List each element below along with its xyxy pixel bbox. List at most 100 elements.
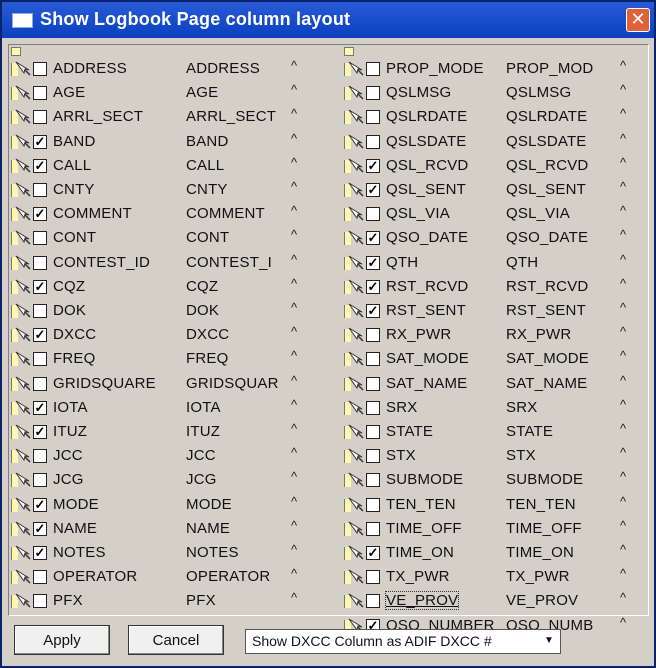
caret-icon[interactable]: ^ (620, 494, 626, 509)
column-row[interactable]: ✓ QSL_SENT QSL_SENT ^ (344, 178, 656, 202)
visibility-checkbox[interactable]: ✓ (33, 546, 47, 560)
drag-handle-icon[interactable] (344, 255, 364, 271)
visibility-checkbox[interactable] (33, 473, 47, 488)
caret-icon[interactable]: ^ (620, 348, 626, 363)
column-row[interactable]: ✓ MODE MODE ^ (11, 493, 341, 517)
caret-icon[interactable]: ^ (620, 615, 626, 630)
column-label[interactable]: GRIDSQUAR (186, 375, 279, 392)
caret-icon[interactable]: ^ (291, 494, 297, 509)
column-row[interactable]: SAT_MODE SAT_MODE ^ (344, 347, 656, 371)
caret-icon[interactable]: ^ (620, 276, 626, 291)
caret-icon[interactable]: ^ (291, 131, 297, 146)
drag-handle-icon[interactable] (344, 182, 364, 198)
column-label[interactable]: SAT_MODE (506, 350, 589, 367)
caret-icon[interactable]: ^ (620, 445, 626, 460)
column-label[interactable]: TEN_TEN (506, 496, 576, 513)
column-row[interactable]: ✓ IOTA IOTA ^ (11, 396, 341, 420)
visibility-checkbox[interactable] (366, 376, 380, 391)
column-label[interactable]: AGE (186, 84, 218, 101)
drag-handle-icon[interactable] (11, 569, 31, 585)
column-label[interactable]: OPERATOR (186, 568, 270, 585)
visibility-checkbox[interactable] (366, 328, 380, 343)
column-row[interactable]: CONT CONT ^ (11, 226, 341, 250)
caret-icon[interactable]: ^ (291, 397, 297, 412)
caret-icon[interactable]: ^ (291, 590, 297, 605)
column-label[interactable]: BAND (186, 133, 228, 150)
column-row[interactable]: JCC JCC ^ (11, 444, 341, 468)
drag-handle-icon[interactable] (11, 255, 31, 271)
visibility-checkbox[interactable]: ✓ (366, 304, 380, 318)
column-label[interactable]: RX_PWR (506, 326, 571, 343)
drag-handle-icon[interactable] (11, 182, 31, 198)
column-row[interactable]: ✓ CQZ CQZ ^ (11, 275, 341, 299)
column-label[interactable]: QSLMSG (506, 84, 571, 101)
column-label[interactable]: NOTES (186, 544, 239, 561)
column-row[interactable]: ✓ COMMENT COMMENT ^ (11, 202, 341, 226)
caret-icon[interactable]: ^ (291, 518, 297, 533)
caret-icon[interactable]: ^ (291, 348, 297, 363)
visibility-checkbox[interactable]: ✓ (33, 279, 47, 294)
drag-handle-icon[interactable] (11, 376, 31, 392)
drag-handle-icon[interactable] (11, 400, 31, 416)
column-row[interactable]: FREQ FREQ ^ (11, 347, 341, 371)
caret-icon[interactable]: ^ (291, 106, 297, 121)
visibility-checkbox[interactable] (366, 449, 380, 464)
visibility-checkbox[interactable] (33, 594, 47, 609)
drag-handle-icon[interactable] (11, 497, 31, 513)
visibility-checkbox[interactable] (366, 497, 380, 512)
visibility-checkbox[interactable]: ✓ (33, 134, 47, 149)
caret-icon[interactable]: ^ (291, 58, 297, 73)
caret-icon[interactable]: ^ (620, 106, 626, 121)
caret-icon[interactable]: ^ (291, 542, 297, 557)
drag-handle-icon[interactable] (344, 109, 364, 125)
drag-handle-icon[interactable] (11, 61, 31, 77)
drag-handle-icon[interactable] (344, 279, 364, 295)
drag-handle-icon[interactable] (344, 206, 364, 222)
visibility-checkbox[interactable] (366, 207, 380, 222)
caret-icon[interactable]: ^ (620, 397, 626, 412)
drag-handle-icon[interactable] (344, 472, 364, 488)
column-label[interactable]: QSL_SENT (506, 181, 586, 198)
column-row[interactable]: ✓ QSO_DATE QSO_DATE ^ (344, 226, 656, 250)
drag-handle-icon[interactable] (344, 327, 364, 343)
drag-handle-icon[interactable] (344, 351, 364, 367)
visibility-checkbox[interactable] (33, 352, 47, 367)
column-row[interactable]: SAT_NAME SAT_NAME ^ (344, 372, 656, 396)
column-label[interactable]: NAME (186, 520, 230, 537)
column-label[interactable]: TIME_OFF (506, 520, 582, 537)
column-row[interactable]: QSL_VIA QSL_VIA ^ (344, 202, 656, 226)
visibility-checkbox[interactable] (33, 376, 47, 391)
visibility-checkbox[interactable] (33, 255, 47, 270)
column-label[interactable]: RST_RCVD (506, 278, 588, 295)
column-row[interactable]: GRIDSQUARE GRIDSQUAR ^ (11, 372, 341, 396)
column-label[interactable]: IOTA (186, 399, 221, 416)
column-row[interactable]: QSLMSG QSLMSG ^ (344, 81, 656, 105)
column-row[interactable]: OPERATOR OPERATOR ^ (11, 565, 341, 589)
column-row[interactable]: ✓ NOTES NOTES ^ (11, 541, 341, 565)
column-label[interactable]: STX (506, 447, 536, 464)
drag-handle-icon[interactable] (344, 448, 364, 464)
drag-handle-icon[interactable] (344, 593, 364, 609)
visibility-checkbox[interactable]: ✓ (33, 425, 47, 439)
column-row[interactable]: JCG JCG ^ (11, 468, 341, 492)
column-label[interactable]: QSL_RCVD (506, 157, 588, 174)
drag-handle-icon[interactable] (11, 327, 31, 343)
visibility-checkbox[interactable]: ✓ (366, 255, 380, 270)
column-label[interactable]: ARRL_SECT (186, 108, 276, 125)
caret-icon[interactable]: ^ (291, 445, 297, 460)
drag-handle-icon[interactable] (344, 230, 364, 246)
drag-handle-icon[interactable] (11, 85, 31, 101)
visibility-checkbox[interactable] (33, 86, 47, 101)
caret-icon[interactable]: ^ (620, 58, 626, 73)
column-label[interactable]: ITUZ (186, 423, 220, 440)
column-label[interactable]: CONTEST_I (186, 254, 272, 271)
drag-handle-icon[interactable] (344, 303, 364, 319)
drag-handle-icon[interactable] (11, 206, 31, 222)
caret-icon[interactable]: ^ (620, 82, 626, 97)
column-label[interactable]: SAT_NAME (506, 375, 587, 392)
caret-icon[interactable]: ^ (620, 469, 626, 484)
caret-icon[interactable]: ^ (620, 227, 626, 242)
visibility-checkbox[interactable] (366, 473, 380, 488)
column-label[interactable]: PFX (186, 592, 216, 609)
caret-icon[interactable]: ^ (620, 542, 626, 557)
